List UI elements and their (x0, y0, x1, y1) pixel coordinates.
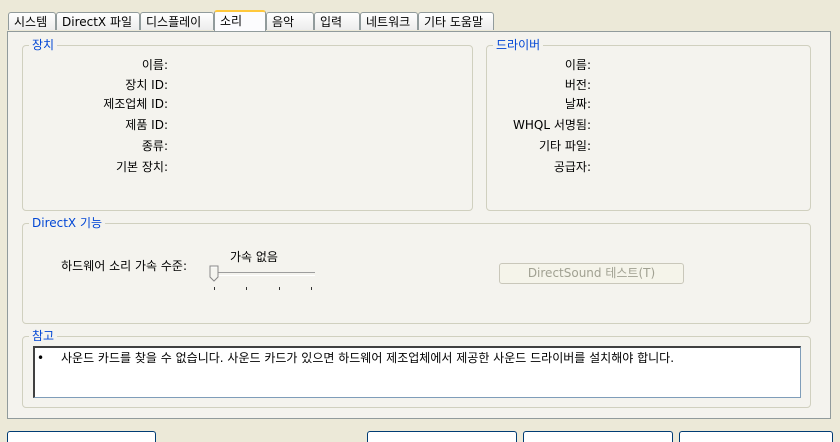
tab-sound[interactable]: 소리 (214, 10, 266, 31)
tab-label: 음악 (272, 15, 295, 29)
tab-label: DirectX 파일 (62, 15, 133, 29)
hw-accel-label: 하드웨어 소리 가속 수준: (61, 259, 187, 273)
tab-label: 디스플레이 (146, 15, 202, 29)
next-page-button[interactable] (367, 431, 517, 442)
driver-version-label: 버전: (564, 78, 591, 92)
tab-network[interactable]: 네트워크 (360, 12, 418, 30)
whql-signed-label: WHQL 서명됨: (513, 118, 591, 132)
product-id-label: 제품 ID: (125, 118, 168, 132)
hw-accel-slider-thumb[interactable] (209, 265, 219, 282)
exit-button[interactable] (679, 431, 833, 442)
driver-date-label: 날짜: (564, 97, 591, 111)
directx-features-title: DirectX 기능 (29, 216, 106, 230)
tab-input[interactable]: 입력 (314, 12, 360, 30)
tab-label: 입력 (320, 15, 343, 29)
slider-tick (279, 287, 280, 290)
tab-music[interactable]: 음악 (266, 12, 314, 30)
tab-label: 시스템 (14, 15, 48, 29)
device-group-title: 장치 (29, 38, 58, 52)
tab-system[interactable]: 시스템 (8, 12, 56, 30)
other-files-label: 기타 파일: (538, 139, 591, 153)
help-button[interactable] (7, 431, 156, 442)
notes-box[interactable]: • 사운드 카드를 찾을 수 없습니다. 사운드 카드가 있으면 하드웨어 제조… (33, 346, 801, 398)
tab-label: 소리 (220, 14, 243, 28)
tab-more-help[interactable]: 기타 도움말 (418, 12, 494, 30)
tab-display[interactable]: 디스플레이 (140, 12, 214, 30)
driver-group-title: 드라이버 (493, 38, 544, 52)
tab-label: 기타 도움말 (424, 15, 484, 29)
directsound-test-button[interactable]: DirectSound 테스트(T) (499, 263, 684, 284)
default-device-label: 기본 장치: (115, 160, 168, 174)
device-group: 장치 (22, 38, 473, 211)
provider-label: 공급자: (553, 160, 591, 174)
manufacturer-id-label: 제조업체 ID: (103, 97, 168, 111)
save-info-button[interactable] (523, 431, 673, 442)
slider-tick (246, 287, 247, 290)
slider-tick (214, 287, 215, 290)
slider-tick (311, 287, 312, 290)
note-bullet: • (37, 351, 45, 365)
directx-features-group: DirectX 기능 (22, 216, 811, 324)
notes-title: 참고 (29, 329, 58, 343)
driver-name-label: 이름: (564, 58, 591, 72)
note-text: 사운드 카드를 찾을 수 없습니다. 사운드 카드가 있으면 하드웨어 제조업체… (61, 351, 675, 365)
hw-accel-value: 가속 없음 (230, 250, 278, 264)
device-name-label: 이름: (141, 58, 168, 72)
tab-directx-files[interactable]: DirectX 파일 (56, 12, 140, 30)
device-id-label: 장치 ID: (125, 78, 168, 92)
hw-accel-slider-track[interactable] (212, 272, 315, 276)
tab-label: 네트워크 (366, 15, 411, 29)
type-label: 종류: (141, 139, 168, 153)
